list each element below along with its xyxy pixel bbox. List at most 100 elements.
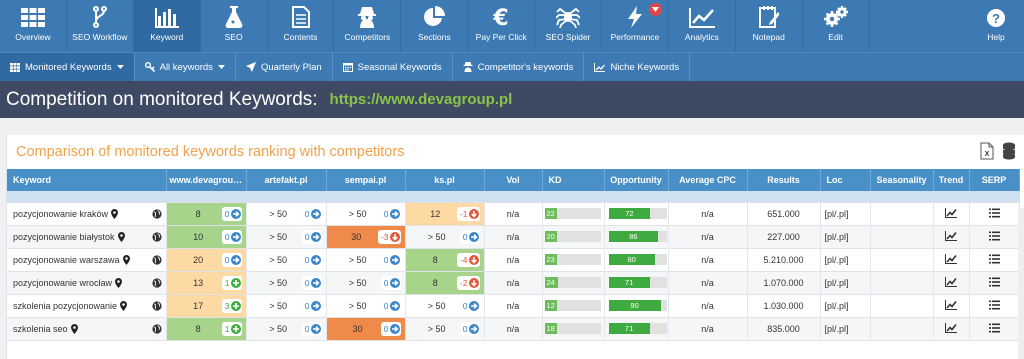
column-header-opportunity[interactable]: Opportunity: [604, 169, 669, 191]
nav-item-seo[interactable]: SEO: [201, 0, 268, 52]
column-header-average-cpc[interactable]: Average CPC: [668, 169, 748, 191]
globe-icon[interactable]: [151, 208, 162, 219]
keyword-text[interactable]: pozycjonowanie kraków: [13, 209, 108, 219]
nav-item-analytics[interactable]: Analytics: [669, 0, 736, 52]
nav-item-edit[interactable]: Edit: [803, 0, 870, 52]
rank-change-badge[interactable]: 0: [380, 321, 401, 336]
serp-list-icon[interactable]: [988, 300, 1000, 310]
keyword-cell[interactable]: pozycjonowanie wrocław: [7, 271, 167, 295]
serp-list-icon[interactable]: [988, 323, 1000, 333]
column-header-seasonality[interactable]: Seasonality: [870, 169, 934, 191]
nav-item-seo-spider[interactable]: SEO Spider: [535, 0, 603, 52]
column-header-keyword[interactable]: Keyword: [7, 169, 167, 191]
rank-change-badge[interactable]: -4: [456, 252, 480, 267]
keyword-text[interactable]: pozycjonowanie wrocław: [13, 278, 112, 288]
rank-change-badge[interactable]: 0: [221, 206, 242, 221]
rank-change-badge[interactable]: 0: [301, 229, 322, 244]
location-pin-icon[interactable]: [111, 208, 119, 219]
location-pin-icon[interactable]: [115, 277, 123, 288]
subnav-item-monitored-keywords[interactable]: Monitored Keywords: [0, 53, 135, 81]
subnav-item-competitor-s-keywords[interactable]: Competitor's keywords: [453, 53, 585, 81]
column-header-kd[interactable]: KD: [542, 169, 605, 191]
rank-change-badge[interactable]: -1: [456, 206, 480, 221]
excel-export-icon[interactable]: X: [980, 142, 994, 165]
keyword-cell[interactable]: pozycjonowanie kraków: [7, 202, 167, 226]
rank-change-badge[interactable]: 1: [221, 275, 242, 290]
nav-item-sections[interactable]: Sections: [401, 0, 469, 52]
trend-chart-icon[interactable]: [945, 299, 957, 310]
location-pin-icon[interactable]: [70, 323, 78, 334]
keyword-cell[interactable]: pozycjonowanie warszawa: [7, 248, 167, 272]
nav-item-pay-per-click[interactable]: € Pay Per Click: [468, 0, 536, 52]
serp-list-icon[interactable]: [988, 277, 1000, 287]
rank-change-badge[interactable]: 0: [301, 252, 322, 267]
rank-change-badge[interactable]: 0: [459, 229, 480, 244]
trend-chart-icon[interactable]: [945, 253, 957, 264]
rank-change-badge[interactable]: 0: [459, 298, 480, 313]
globe-icon[interactable]: [151, 254, 162, 265]
rank-change-badge[interactable]: 0: [380, 298, 401, 313]
rank-change-badge[interactable]: 0: [301, 206, 322, 221]
table-row[interactable]: pozycjonowanie kraków 8 0 > 50 0 > 50 0 12 -1 n/a…: [7, 202, 1020, 226]
column-header-loc[interactable]: Loc: [820, 169, 871, 191]
rank-change-badge[interactable]: 0: [301, 275, 322, 290]
column-header-trend[interactable]: Trend: [933, 169, 970, 191]
serp-list-icon[interactable]: [988, 254, 1000, 264]
rank-change-badge[interactable]: 1: [221, 321, 242, 336]
globe-icon[interactable]: [151, 277, 162, 288]
database-icon[interactable]: [1002, 142, 1016, 165]
column-header-vol[interactable]: Vol: [484, 169, 543, 191]
keyword-text[interactable]: pozycjonowanie warszawa: [13, 255, 120, 265]
subnav-item-quarterly-plan[interactable]: Quarterly Plan: [236, 53, 333, 81]
column-header-artefakt-pl[interactable]: artefakt.pl: [246, 169, 327, 191]
keyword-cell[interactable]: pozycjonowanie białystok: [7, 225, 167, 249]
subnav-item-niche-keywords[interactable]: Niche Keywords: [584, 53, 691, 81]
trend-chart-icon[interactable]: [945, 276, 957, 287]
notification-badge-icon[interactable]: [648, 3, 662, 16]
rank-change-badge[interactable]: -2: [456, 275, 480, 290]
keyword-text[interactable]: szkolenia seo: [13, 324, 68, 334]
keyword-cell[interactable]: szkolenia pozycjonowanie: [7, 294, 167, 318]
subnav-item-seasonal-keywords[interactable]: Seasonal Keywords: [333, 53, 453, 81]
table-row[interactable]: szkolenia seo 8 1 > 50 0 30 0 > 50 0 n/a 18 71 n/a 83…: [7, 317, 1020, 341]
table-row[interactable]: pozycjonowanie warszawa 20 0 > 50 0 > 50 0 8 -4 n…: [7, 248, 1020, 272]
rank-change-badge[interactable]: 0: [459, 321, 480, 336]
rank-change-badge[interactable]: 0: [380, 275, 401, 290]
rank-change-badge[interactable]: 0: [380, 206, 401, 221]
table-scrollbar[interactable]: [1018, 208, 1024, 359]
serp-list-icon[interactable]: [988, 231, 1000, 241]
trend-chart-icon[interactable]: [945, 207, 957, 218]
subnav-item-all-keywords[interactable]: All keywords: [135, 53, 236, 81]
nav-item-notepad[interactable]: Notepad: [736, 0, 803, 52]
nav-item-keyword[interactable]: Keyword: [133, 0, 201, 52]
table-row[interactable]: szkolenia pozycjonowanie 17 3 > 50 0 > 50 0 > 5…: [7, 294, 1020, 318]
nav-item-performance[interactable]: Performance: [602, 0, 669, 52]
table-row[interactable]: pozycjonowanie wrocław 13 1 > 50 0 > 50 0 8 -2 n/…: [7, 271, 1020, 295]
nav-item-contents[interactable]: Contents: [268, 0, 335, 52]
column-header-results[interactable]: Results: [747, 169, 821, 191]
keyword-cell[interactable]: szkolenia seo: [7, 317, 167, 341]
table-row[interactable]: pozycjonowanie białystok 10 0 > 50 0 30 -3 > 50…: [7, 225, 1020, 249]
trend-chart-icon[interactable]: [945, 322, 957, 333]
globe-icon[interactable]: [151, 323, 162, 334]
location-pin-icon[interactable]: [117, 231, 125, 242]
rank-change-badge[interactable]: 0: [221, 252, 242, 267]
globe-icon[interactable]: [151, 300, 162, 311]
keyword-text[interactable]: szkolenia pozycjonowanie: [13, 301, 117, 311]
column-header-ks-pl[interactable]: ks.pl: [405, 169, 485, 191]
rank-change-badge[interactable]: -3: [377, 229, 401, 244]
column-header-www-devagroup-pl[interactable]: www.devagroup.pl: [166, 169, 247, 191]
nav-item-competitors[interactable]: Competitors: [334, 0, 402, 52]
rank-change-badge[interactable]: 3: [221, 298, 242, 313]
column-header-sempai-pl[interactable]: sempai.pl: [326, 169, 406, 191]
rank-change-badge[interactable]: 0: [221, 229, 242, 244]
globe-icon[interactable]: [151, 231, 162, 242]
keyword-text[interactable]: pozycjonowanie białystok: [13, 232, 115, 242]
column-header-serp[interactable]: SERP: [969, 169, 1020, 191]
nav-item-seo-workflow[interactable]: SEO Workflow: [67, 0, 134, 52]
help-button[interactable]: ? Help: [968, 0, 1024, 52]
serp-list-icon[interactable]: [988, 208, 1000, 218]
nav-item-overview[interactable]: Overview: [0, 0, 67, 52]
rank-change-badge[interactable]: 0: [301, 298, 322, 313]
location-pin-icon[interactable]: [120, 300, 128, 311]
